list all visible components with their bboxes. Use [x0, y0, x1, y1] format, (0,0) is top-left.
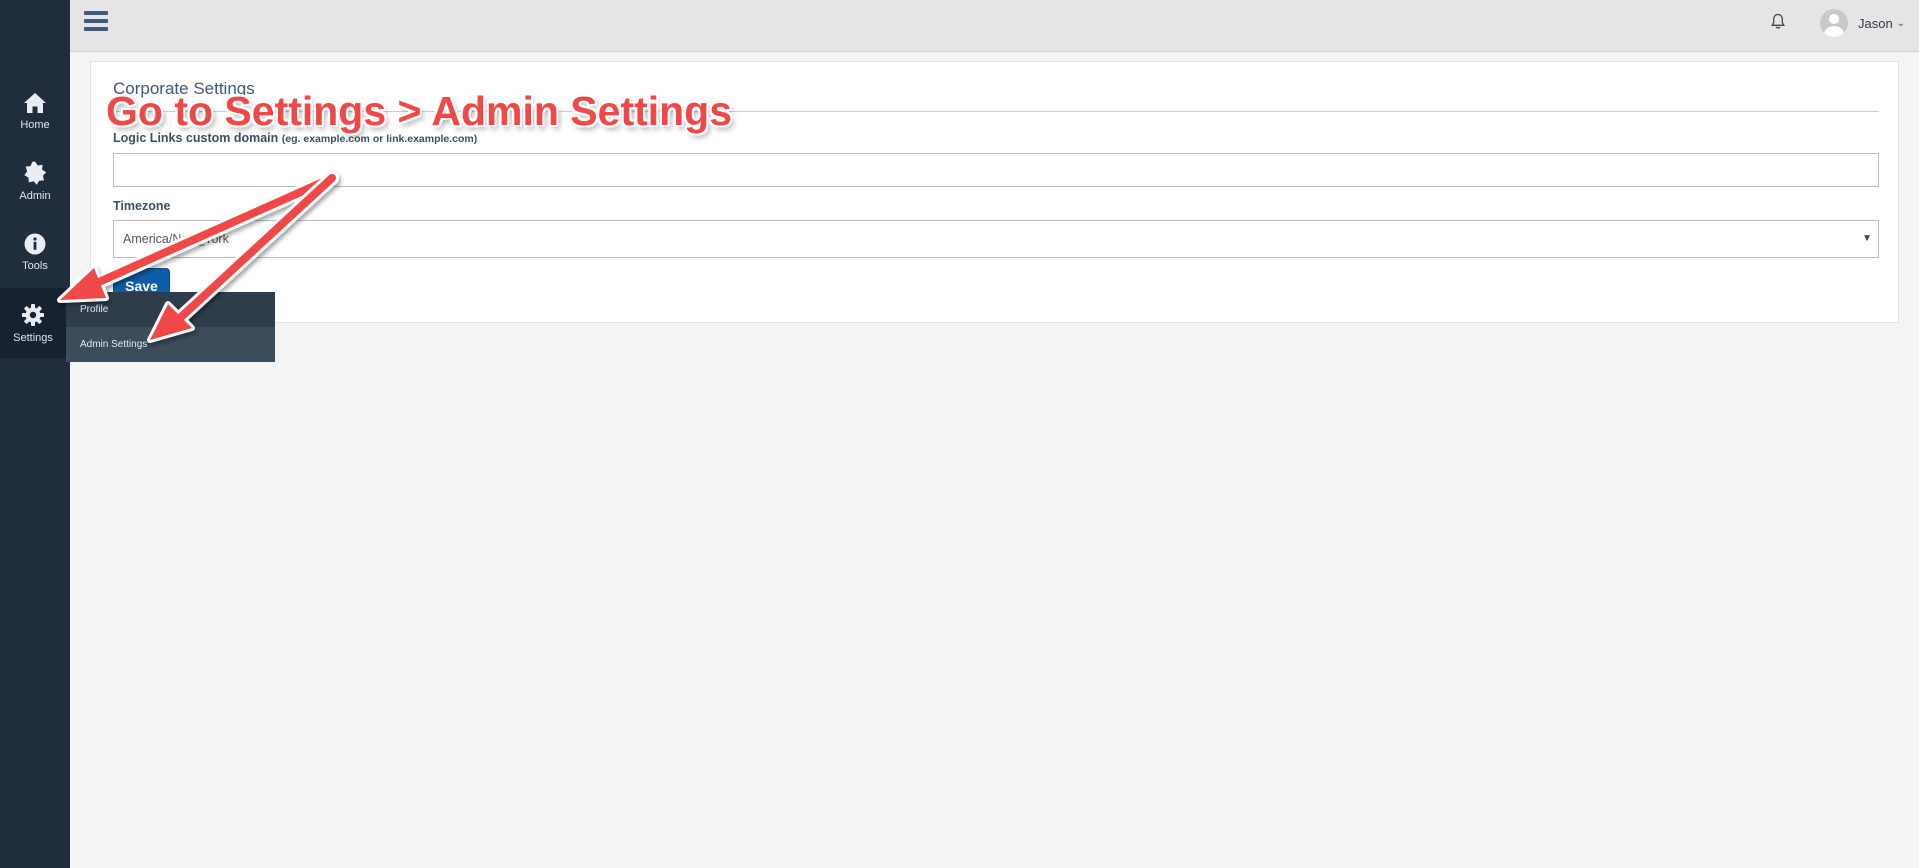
- sidebar-item-admin[interactable]: Admin: [0, 146, 70, 216]
- sidebar-item-label: Home: [20, 118, 50, 131]
- info-icon: [24, 233, 46, 254]
- sidebar-item-settings[interactable]: Settings: [0, 288, 66, 358]
- sidebar-item-tools[interactable]: Tools: [0, 217, 70, 287]
- badge-icon: [24, 161, 47, 185]
- caret-down-icon: ▼: [1862, 233, 1872, 244]
- user-name: Jason: [1858, 15, 1893, 31]
- timezone-label: Timezone: [113, 199, 171, 213]
- submenu-item-profile[interactable]: Profile: [66, 292, 275, 327]
- custom-domain-input[interactable]: [113, 153, 1879, 187]
- home-icon: [24, 92, 46, 113]
- settings-submenu: Profile Admin Settings: [66, 292, 275, 362]
- user-menu[interactable]: Jason ⌄: [1820, 9, 1905, 37]
- sidebar-item-home[interactable]: Home: [0, 76, 70, 146]
- annotation-caption: Go to Settings > Admin Settings: [106, 88, 733, 134]
- avatar: [1820, 9, 1848, 37]
- timezone-value: America/New_York: [123, 232, 229, 246]
- top-bar: Jason ⌄: [70, 0, 1919, 52]
- menu-toggle-icon[interactable]: [84, 11, 108, 33]
- sidebar-item-label: Tools: [22, 259, 48, 272]
- gear-icon: [22, 303, 44, 326]
- sidebar-item-label: Admin: [19, 189, 51, 202]
- timezone-select[interactable]: America/New_York ▼: [113, 220, 1879, 258]
- chevron-down-icon: ⌄: [1896, 17, 1906, 29]
- submenu-item-admin-settings[interactable]: Admin Settings: [66, 327, 275, 362]
- sidebar-item-label: Settings: [13, 331, 53, 344]
- sidebar: Home Admin Tools Settings: [0, 0, 70, 868]
- notification-bell-icon[interactable]: [1771, 13, 1785, 35]
